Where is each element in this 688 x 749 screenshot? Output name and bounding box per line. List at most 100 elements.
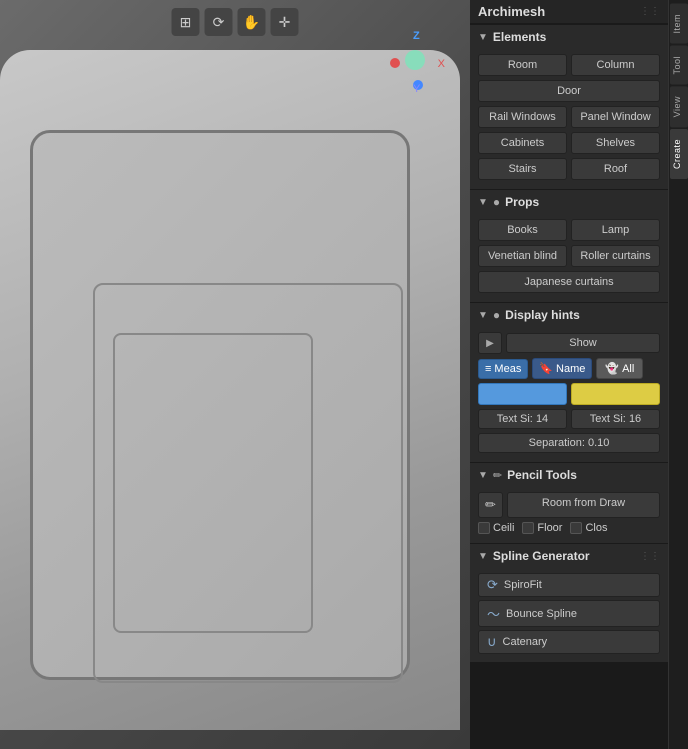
grid-icon[interactable]: ⊞	[172, 8, 200, 36]
clos-checkbox[interactable]	[570, 522, 582, 534]
spline-generator-content: ⟳ SpiroFit 〜 Bounce Spline ∪ Catenary	[470, 568, 668, 662]
panel-main: Archimesh ⋮⋮ ▼ Elements Room Column Door…	[470, 0, 668, 749]
ceili-checkbox[interactable]	[478, 522, 490, 534]
all-button[interactable]: 👻 All	[596, 358, 643, 379]
props-icon: ●	[493, 195, 500, 209]
column-button[interactable]: Column	[571, 54, 660, 76]
props-row-2: Venetian blind Roller curtains	[478, 245, 660, 267]
stairs-button[interactable]: Stairs	[478, 158, 567, 180]
props-arrow: ▼	[478, 197, 488, 208]
add-icon[interactable]: ✛	[271, 8, 299, 36]
gizmo-center	[405, 50, 425, 70]
elements-section-header[interactable]: ▼ Elements	[470, 24, 668, 49]
x-axis-label: X	[438, 58, 445, 70]
meas-button[interactable]: ≡ Meas	[478, 359, 528, 379]
bounce-spline-button[interactable]: 〜 Bounce Spline	[478, 600, 660, 627]
gizmo: Z X Y	[385, 30, 445, 100]
elements-arrow: ▼	[478, 32, 488, 43]
elements-content: Room Column Door Rail Windows Panel Wind…	[470, 49, 668, 189]
separation-row: Separation: 0.10	[478, 433, 660, 453]
catenary-icon: ∪	[487, 634, 497, 650]
tab-view[interactable]: View	[670, 86, 688, 127]
y-axis-label: Y	[413, 83, 420, 95]
3d-object	[0, 50, 460, 730]
display-hints-title: Display hints	[505, 308, 580, 322]
drag-handle: ⋮⋮	[640, 6, 660, 17]
room-from-draw-button[interactable]: Room from Draw	[507, 492, 660, 518]
room-from-draw-row: ✏ Room from Draw	[478, 492, 660, 518]
display-hints-icon: ●	[493, 308, 500, 322]
elements-row-3: Rail Windows Panel Window	[478, 106, 660, 128]
object-inner	[30, 130, 410, 680]
ceili-check-item: Ceili	[478, 522, 514, 534]
floor-label: Floor	[537, 522, 562, 534]
display-hints-content: ▶ Show ≡ Meas 🔖 Name 👻 All	[470, 327, 668, 462]
spirofit-button[interactable]: ⟳ SpiroFit	[478, 573, 660, 597]
cabinets-button[interactable]: Cabinets	[478, 132, 567, 154]
object-detail-2	[113, 333, 313, 633]
props-row-1: Books Lamp	[478, 219, 660, 241]
pencil-tools-arrow: ▼	[478, 470, 488, 481]
floor-checkbox[interactable]	[522, 522, 534, 534]
bounce-spline-icon: 〜	[487, 604, 500, 623]
ghost-icon: 👻	[605, 362, 619, 375]
catenary-button[interactable]: ∪ Catenary	[478, 630, 660, 654]
shelves-button[interactable]: Shelves	[571, 132, 660, 154]
props-content: Books Lamp Venetian blind Roller curtain…	[470, 214, 668, 302]
lamp-button[interactable]: Lamp	[571, 219, 660, 241]
panel-title: Archimesh	[478, 4, 640, 19]
tab-tool[interactable]: Tool	[670, 46, 688, 85]
tab-item[interactable]: Item	[670, 4, 688, 44]
panel-window-button[interactable]: Panel Window	[571, 106, 660, 128]
venetian-blind-button[interactable]: Venetian blind	[478, 245, 567, 267]
text-size-2-field[interactable]: Text Si: 16	[571, 409, 660, 429]
spline-generator-section-header[interactable]: ▼ Spline Generator ⋮⋮	[470, 543, 668, 568]
name-icon: 🔖	[539, 362, 553, 375]
ceili-label: Ceili	[493, 522, 514, 534]
pencil-tools-section-header[interactable]: ▼ ✏ Pencil Tools	[470, 462, 668, 487]
spline-drag-handle: ⋮⋮	[640, 551, 660, 562]
rail-windows-button[interactable]: Rail Windows	[478, 106, 567, 128]
z-axis-label: Z	[413, 30, 420, 42]
roof-button[interactable]: Roof	[571, 158, 660, 180]
viewport-area[interactable]: ⊞ ⟳ ✋ ✛ Z X Y	[0, 0, 470, 749]
pencil-checkboxes-row: Ceili Floor Clos	[478, 522, 660, 534]
name-button[interactable]: 🔖 Name	[532, 358, 592, 379]
elements-row-1: Room Column	[478, 54, 660, 76]
meas-name-all-row: ≡ Meas 🔖 Name 👻 All	[478, 358, 660, 379]
separation-field[interactable]: Separation: 0.10	[478, 433, 660, 453]
play-button[interactable]: ▶	[478, 332, 502, 354]
viewport-toolbar: ⊞ ⟳ ✋ ✛	[172, 8, 299, 36]
roller-curtains-button[interactable]: Roller curtains	[571, 245, 660, 267]
spline-arrow: ▼	[478, 551, 488, 562]
show-button[interactable]: Show	[506, 333, 660, 353]
display-hints-arrow: ▼	[478, 310, 488, 321]
x-axis-dot	[390, 58, 400, 68]
books-button[interactable]: Books	[478, 219, 567, 241]
hand-icon[interactable]: ✋	[238, 8, 266, 36]
panel-tabs: Item Tool View Create	[668, 0, 688, 749]
color-swatch-yellow[interactable]	[571, 383, 660, 405]
pencil-icon: ✏	[493, 469, 502, 482]
elements-title: Elements	[493, 30, 546, 44]
floor-check-item: Floor	[522, 522, 562, 534]
text-size-1-field[interactable]: Text Si: 14	[478, 409, 567, 429]
show-row: ▶ Show	[478, 332, 660, 354]
side-panel: Archimesh ⋮⋮ ▼ Elements Room Column Door…	[470, 0, 688, 749]
viewport-canvas	[0, 0, 470, 749]
japanese-curtains-button[interactable]: Japanese curtains	[478, 271, 660, 293]
pencil-tools-content: ✏ Room from Draw Ceili Floor Clos	[470, 487, 668, 543]
rotate-icon[interactable]: ⟳	[205, 8, 233, 36]
spirofit-icon: ⟳	[487, 577, 498, 593]
display-hints-section-header[interactable]: ▼ ● Display hints	[470, 302, 668, 327]
pencil-small-icon: ✏	[478, 492, 503, 518]
room-button[interactable]: Room	[478, 54, 567, 76]
props-section-header[interactable]: ▼ ● Props	[470, 189, 668, 214]
props-title: Props	[505, 195, 539, 209]
elements-row-5: Stairs Roof	[478, 158, 660, 180]
color-swatch-blue[interactable]	[478, 383, 567, 405]
elements-row-4: Cabinets Shelves	[478, 132, 660, 154]
door-button[interactable]: Door	[478, 80, 660, 102]
clos-label: Clos	[585, 522, 607, 534]
tab-create[interactable]: Create	[670, 129, 688, 179]
